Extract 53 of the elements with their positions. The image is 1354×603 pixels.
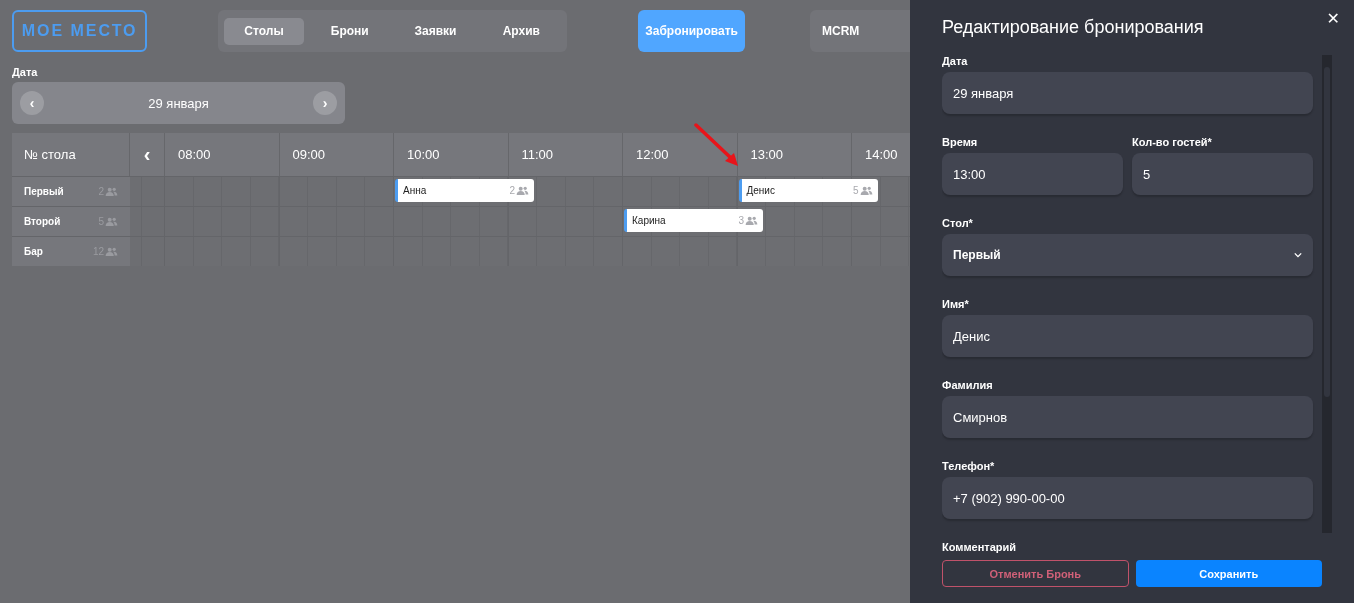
field-label: Комментарий [942,541,1018,553]
save-button[interactable]: Сохранить [1135,560,1322,587]
panel-title: Редактирование бронирования [942,17,1205,38]
input-field[interactable]: 29 января [942,72,1313,114]
booking-card[interactable]: Карина 3 [624,209,763,232]
table-name: Первый [24,186,64,197]
field-label: Стол* [942,217,974,229]
table-name: Бар [24,246,43,257]
column-header: № стола [12,133,130,176]
hour-header: 08:00 [165,133,280,176]
guest-count: 2 [509,185,515,196]
guests-icon [859,186,873,195]
guests-icon [516,186,529,195]
guests-icon [105,187,118,196]
book-button[interactable]: Забронировать [638,10,745,52]
nav-tab[interactable]: Столы [224,17,304,45]
date-value: 29 января [148,95,209,111]
field-label: Кол-во гостей* [1132,136,1213,148]
guest-count: 3 [738,215,744,226]
guest-count: 5 [852,185,859,196]
hour-header: 09:00 [279,133,394,176]
previous-day-button[interactable]: ‹ [20,91,44,115]
nav-tab[interactable]: Брони [309,17,390,45]
input-field[interactable]: 5 [1132,153,1313,195]
input-field[interactable]: Денис [942,315,1313,357]
booking-card[interactable]: Анна 2 [395,179,534,202]
input-field[interactable]: 13:00 [942,153,1123,195]
cancel-booking-button[interactable]: Отменить Бронь [942,560,1129,587]
hour-header: 11:00 [508,133,623,176]
input-field[interactable]: +7 (902) 990-00-00 [942,477,1313,519]
field-label: Имя* [942,298,970,310]
next-day-button[interactable]: › [313,91,337,115]
booking-card[interactable]: Денис 5 [738,179,878,202]
scroll-back-button[interactable]: ‹ [130,133,165,176]
guest-name: Карина [632,215,666,226]
guests-icon [105,247,118,256]
field-label: Время [942,136,979,148]
date-label: Дата [12,66,39,78]
guests-icon [745,216,758,225]
hour-header: 10:00 [394,133,509,176]
field-label: Фамилия [942,379,994,391]
guest-name: Денис [746,185,775,196]
table-name: Второй [24,216,61,227]
input-field[interactable]: Смирнов [942,396,1313,438]
field-label: Дата [942,55,969,67]
select-field[interactable]: Первый [942,234,1313,276]
guests-icon [105,217,118,226]
nav-tab[interactable]: Архив [481,17,562,45]
field-label: Телефон* [942,460,996,472]
guest-name: Анна [403,185,427,196]
chevron-down-icon [1294,252,1302,258]
nav-tab[interactable]: Заявки [395,17,476,45]
crm-button[interactable]: MCRM [810,10,910,52]
